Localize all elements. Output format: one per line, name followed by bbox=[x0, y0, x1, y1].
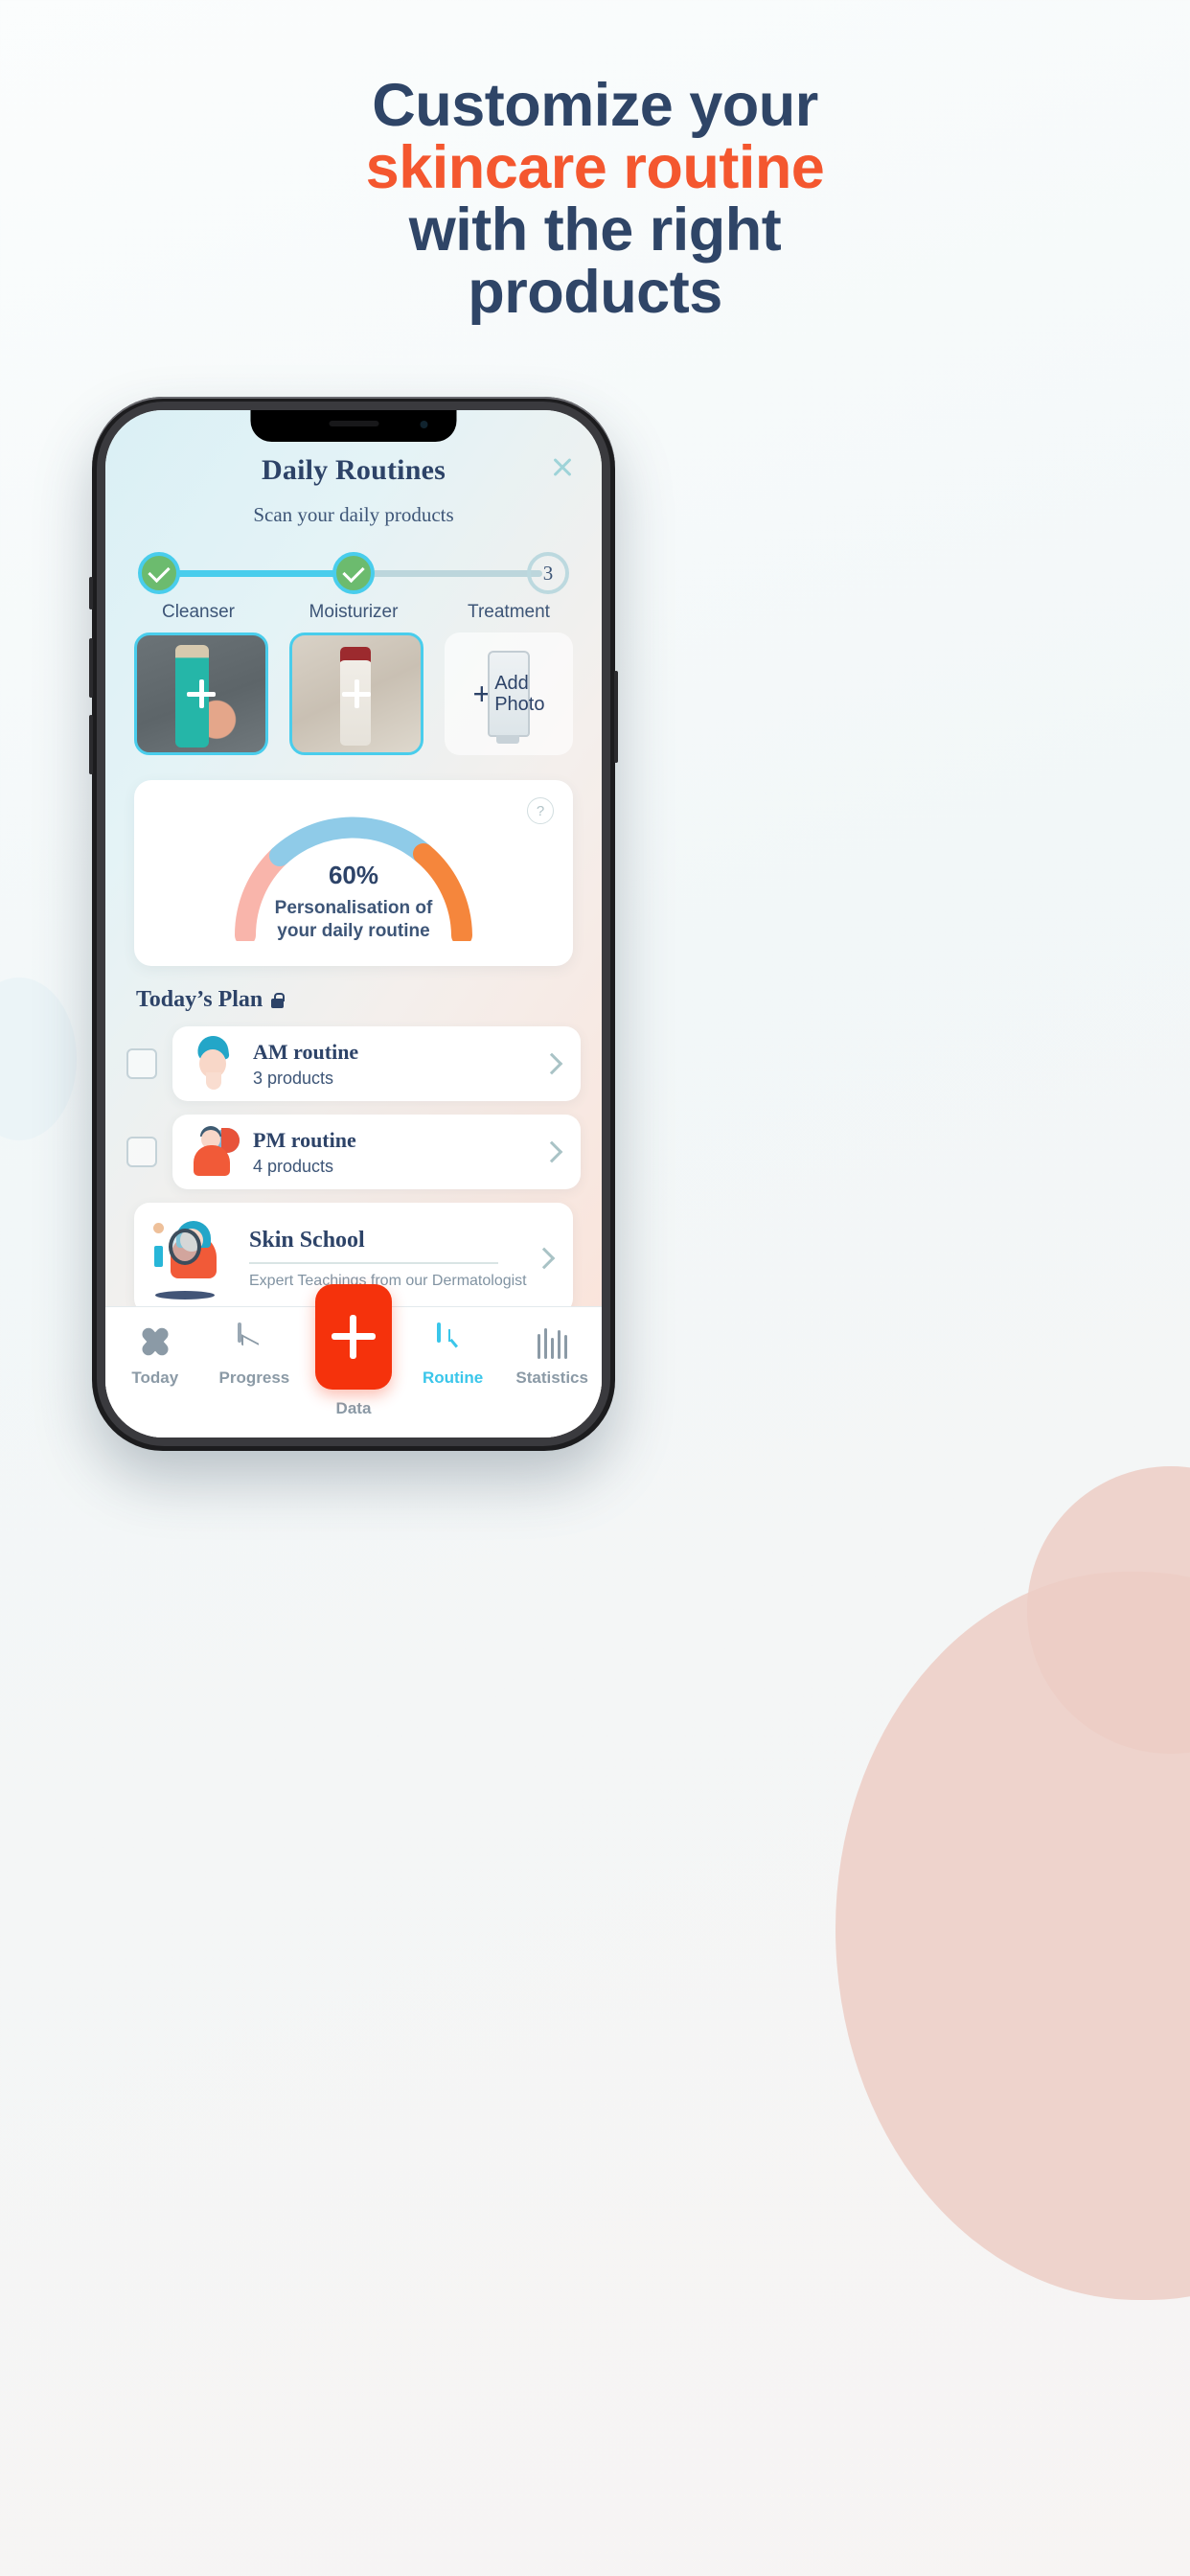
skin-school-text: Skin School Expert Teachings from our De… bbox=[249, 1228, 537, 1290]
stepper-step-cleanser[interactable] bbox=[138, 552, 180, 594]
personalisation-gauge: 60% Personalisation of your daily routin… bbox=[224, 807, 483, 941]
gauge-percent: 60% bbox=[328, 861, 379, 889]
pm-routine-title: PM routine bbox=[253, 1127, 356, 1152]
chart-icon bbox=[238, 1322, 270, 1359]
gauge-segment-blue bbox=[269, 816, 434, 866]
speaker-grille bbox=[329, 421, 378, 426]
list-item[interactable]: PM routine 4 products bbox=[126, 1115, 581, 1189]
headline-line-3: with the right bbox=[408, 196, 782, 264]
gauge-caption-line2: your daily routine bbox=[277, 920, 430, 941]
tab-data[interactable]: Data bbox=[304, 1284, 403, 1418]
page-title: Customize your skincare routine with the… bbox=[0, 75, 1190, 324]
check-icon bbox=[148, 560, 171, 583]
plus-icon bbox=[342, 679, 371, 708]
routine-stepper: 3 bbox=[138, 552, 569, 594]
add-photo-label: Add Photo bbox=[494, 673, 544, 716]
chevron-right-icon[interactable] bbox=[540, 1140, 563, 1163]
tab-today[interactable]: Today bbox=[105, 1324, 205, 1388]
tab-label-routine: Routine bbox=[422, 1368, 484, 1387]
stepper-label-cleanser: Cleanser bbox=[161, 602, 236, 622]
pm-routine-illustration bbox=[190, 1124, 240, 1180]
close-icon[interactable] bbox=[548, 452, 577, 481]
gauge-text: 60% Personalisation of your daily routin… bbox=[224, 861, 483, 943]
stepper-line-remaining bbox=[354, 570, 542, 577]
stepper-label-moisturizer: Moisturizer bbox=[309, 602, 399, 622]
pm-routine-text: PM routine 4 products bbox=[253, 1128, 544, 1177]
background-blob-left bbox=[0, 978, 77, 1140]
screen-subtitle: Scan your daily products bbox=[253, 503, 454, 526]
tab-progress[interactable]: Progress bbox=[205, 1322, 305, 1388]
am-routine-checkbox[interactable] bbox=[126, 1048, 157, 1079]
phone-volume-down-button bbox=[89, 715, 93, 774]
tab-label-statistics: Statistics bbox=[515, 1368, 588, 1387]
skin-school-subtitle: Expert Teachings from our Dermatologist bbox=[249, 1272, 527, 1289]
bars-icon bbox=[536, 1324, 568, 1359]
stepper-step-treatment[interactable]: 3 bbox=[527, 552, 569, 594]
bottom-tab-bar: Today Progress Data Routine Statistics bbox=[105, 1284, 602, 1438]
phone-mute-switch bbox=[89, 577, 93, 610]
tab-statistics[interactable]: Statistics bbox=[502, 1324, 602, 1388]
plus-icon bbox=[187, 679, 216, 708]
stepper-line-completed bbox=[165, 570, 354, 577]
product-photo-moisturizer[interactable] bbox=[289, 632, 423, 755]
am-routine-text: AM routine 3 products bbox=[253, 1040, 544, 1089]
help-icon[interactable]: ? bbox=[527, 797, 554, 824]
todays-plan-label: Today’s Plan bbox=[136, 987, 263, 1012]
pm-routine-card[interactable]: PM routine 4 products bbox=[172, 1115, 581, 1189]
tab-label-today: Today bbox=[131, 1368, 179, 1387]
plus-icon[interactable] bbox=[314, 1284, 392, 1390]
headline-line-4: products bbox=[468, 258, 722, 326]
tab-label-progress: Progress bbox=[218, 1368, 290, 1387]
tab-routine[interactable]: Routine bbox=[403, 1322, 503, 1388]
divider bbox=[249, 1261, 498, 1264]
headline-line-2: skincare routine bbox=[365, 133, 825, 201]
add-photo-label-line1: Add bbox=[494, 672, 529, 694]
flower-icon bbox=[139, 1324, 172, 1359]
stepper-labels: Cleanser Moisturizer Treatment bbox=[121, 602, 586, 623]
am-routine-title: AM routine bbox=[253, 1039, 359, 1064]
clock-icon bbox=[436, 1322, 469, 1359]
gauge-caption: Personalisation of your daily routine bbox=[224, 897, 483, 943]
am-routine-illustration bbox=[190, 1033, 240, 1092]
chevron-right-icon[interactable] bbox=[540, 1052, 563, 1075]
gauge-caption-line1: Personalisation of bbox=[274, 898, 433, 918]
headline-line-1: Customize your bbox=[372, 72, 818, 139]
add-photo-label-line2: Photo bbox=[494, 694, 545, 715]
product-photo-cleanser[interactable] bbox=[134, 632, 268, 755]
skin-school-title: Skin School bbox=[249, 1227, 365, 1253]
screen-title: Daily Routines bbox=[262, 454, 446, 486]
lock-icon bbox=[271, 992, 286, 1008]
phone-mockup: Daily Routines Scan your daily products … bbox=[89, 397, 618, 1451]
skin-school-illustration bbox=[151, 1217, 240, 1300]
app-screen-content: Daily Routines Scan your daily products … bbox=[105, 410, 602, 1438]
phone-volume-up-button bbox=[89, 638, 93, 698]
pm-routine-subtitle: 4 products bbox=[253, 1156, 334, 1176]
tab-label-data: Data bbox=[335, 1399, 372, 1417]
am-routine-subtitle: 3 products bbox=[253, 1068, 334, 1088]
stepper-step-number: 3 bbox=[542, 561, 554, 585]
todays-plan-heading: Today’s Plan bbox=[136, 987, 602, 1013]
add-photo-button[interactable]: + Add Photo bbox=[445, 632, 573, 755]
stepper-step-moisturizer[interactable] bbox=[332, 552, 375, 594]
phone-power-button bbox=[614, 671, 618, 763]
stepper-label-treatment: Treatment bbox=[468, 602, 550, 622]
product-thumbnail-row: + Add Photo bbox=[134, 632, 573, 755]
chevron-right-icon[interactable] bbox=[533, 1247, 556, 1270]
check-icon bbox=[342, 560, 365, 583]
list-item[interactable]: AM routine 3 products bbox=[126, 1026, 581, 1101]
personalisation-card: ? 60% Personalisation of your daily rout… bbox=[134, 780, 573, 966]
am-routine-card[interactable]: AM routine 3 products bbox=[172, 1026, 581, 1101]
phone-screen: Daily Routines Scan your daily products … bbox=[105, 410, 602, 1438]
front-camera bbox=[420, 421, 428, 428]
pm-routine-checkbox[interactable] bbox=[126, 1137, 157, 1167]
phone-notch bbox=[250, 410, 457, 442]
